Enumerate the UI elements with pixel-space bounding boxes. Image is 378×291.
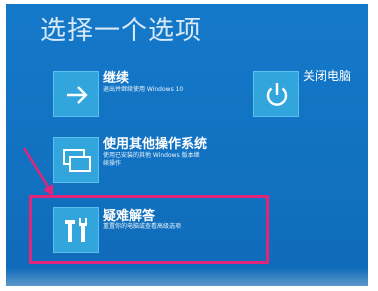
option-other-os-label[interactable]: 使用其他操作系统	[103, 133, 207, 152]
windows-screens-icon	[63, 149, 91, 172]
option-power-off-tile[interactable]	[253, 71, 299, 117]
option-continue-desc: 退出并继续使用 Windows 10	[103, 86, 184, 93]
pointer-arrow-icon	[22, 147, 53, 196]
option-other-os-desc-line2: 续操作	[103, 160, 122, 167]
option-other-os-desc-line1: 使用已安装的其他 Windows 版本继	[103, 152, 200, 159]
page-title: 选择一个选项	[40, 16, 203, 46]
highlight-box	[29, 195, 269, 264]
option-continue-label[interactable]: 继续	[103, 67, 129, 86]
option-continue-tile[interactable]	[53, 71, 99, 117]
screen-edge-fade	[6, 268, 368, 286]
option-power-off-label[interactable]: 关闭电脑	[303, 67, 351, 84]
power-icon	[266, 83, 288, 106]
arrow-right-icon	[67, 86, 88, 104]
recovery-screen: 选择一个选项 继续 退出并继续使用 Windows 10 关闭电脑 使用其他操作…	[6, 4, 368, 286]
